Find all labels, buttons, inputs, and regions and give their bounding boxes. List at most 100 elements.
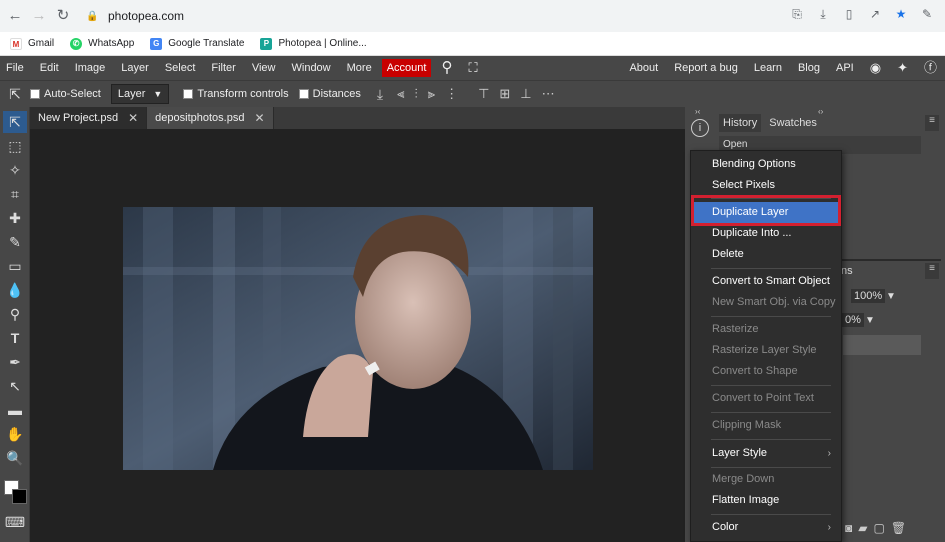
gradient-tool-icon[interactable]: ▭ (3, 255, 27, 277)
send-icon[interactable]: ↗ (867, 6, 883, 22)
menu-item-convert-smart-object[interactable]: Convert to Smart Object (691, 271, 841, 292)
bookmark-whatsapp[interactable]: ✆ WhatsApp (70, 37, 134, 50)
menu-item-color[interactable]: Color › (691, 517, 841, 538)
menu-item-duplicate-into[interactable]: Duplicate Into ... (691, 223, 841, 244)
search-icon[interactable]: ⚲ (433, 56, 460, 80)
fullscreen-icon[interactable]: ⛶ (460, 56, 485, 80)
transform-controls-label: Transform controls (197, 88, 289, 100)
link-about[interactable]: About (621, 56, 666, 80)
tool-dock: ⇱ ⬚ ✧ ⌗ ✚ ✎ ▭ 💧 ⚲ T ✒ ↖ ▬ ✋ 🔍 ⌨ (0, 107, 30, 542)
page-icon[interactable]: ▯ (841, 6, 857, 22)
align-middle-icon[interactable]: ⊞ (499, 86, 510, 102)
menu-file[interactable]: File (0, 56, 32, 80)
background-color[interactable] (12, 489, 27, 504)
marquee-tool-icon[interactable]: ⬚ (3, 135, 27, 157)
canvas-area[interactable] (30, 129, 685, 542)
collapse-icon[interactable]: ›‹ (695, 107, 700, 116)
brush-tool-icon[interactable]: ✎ (3, 231, 27, 253)
install-icon[interactable]: ⤓ (815, 6, 831, 22)
address-bar[interactable]: 🔒 photopea.com (86, 4, 766, 28)
distances-checkbox[interactable] (298, 89, 309, 99)
photo-image[interactable] (123, 207, 593, 470)
menu-item-flatten-image[interactable]: Flatten Image (691, 490, 841, 511)
move-tool-icon[interactable]: ⇱ (3, 111, 27, 133)
layers-panel-tab-label[interactable]: ns (841, 265, 853, 277)
bookmark-google-translate[interactable]: G Google Translate (150, 37, 244, 50)
crop-tool-icon[interactable]: ⌗ (3, 183, 27, 205)
menu-select[interactable]: Select (157, 56, 204, 80)
align-top-icon[interactable]: ⊤ (478, 86, 489, 102)
auto-select-checkbox[interactable] (30, 89, 40, 99)
panel-menu-icon[interactable]: ≡ (925, 115, 939, 131)
layer-dropdown[interactable]: Layer ▼ (110, 84, 170, 104)
menu-account[interactable]: Account (381, 59, 432, 77)
menu-edit[interactable]: Edit (32, 56, 67, 80)
twitter-icon[interactable]: ✦ (889, 56, 916, 80)
menu-image[interactable]: Image (67, 56, 114, 80)
align-right-icon[interactable]: ⫸ (428, 86, 435, 102)
bookmark-gmail[interactable]: M Gmail (10, 37, 54, 50)
path-select-icon[interactable]: ↖ (3, 375, 27, 397)
transform-controls-checkbox[interactable] (183, 89, 194, 99)
align-left-icon[interactable]: ⫷ (397, 86, 404, 102)
chevron-down-icon[interactable]: ▼ (865, 315, 875, 326)
forward-icon[interactable]: → (30, 7, 48, 25)
reload-icon[interactable]: ↻ (54, 7, 72, 25)
menu-window[interactable]: Window (284, 56, 339, 80)
gmail-icon: M (10, 37, 22, 50)
tab-new-project[interactable]: New Project.psd ✕ (30, 107, 148, 129)
zoom-tool-icon[interactable]: 🔍 (3, 447, 27, 469)
chevron-down-icon[interactable]: ▼ (886, 291, 896, 302)
distribute-icon[interactable]: ⋮ (445, 86, 458, 102)
menu-filter[interactable]: Filter (203, 56, 243, 80)
menu-item-select-pixels[interactable]: Select Pixels (691, 175, 841, 196)
share-icon[interactable]: ⎘ (789, 6, 805, 22)
shape-tool-icon[interactable]: ▬ (3, 399, 27, 421)
trash-icon[interactable]: 🗑 (891, 521, 906, 535)
menu-layer[interactable]: Layer (113, 56, 157, 80)
blur-tool-icon[interactable]: 💧 (3, 279, 27, 301)
facebook-icon[interactable]: ⓕ (916, 56, 945, 80)
link-learn[interactable]: Learn (746, 56, 790, 80)
back-icon[interactable]: ← (6, 7, 24, 25)
align-center-icon[interactable]: ⫶ (414, 86, 417, 102)
menu-item-layer-style[interactable]: Layer Style › (691, 443, 841, 464)
pen-tool-icon[interactable]: ✒ (3, 351, 27, 373)
move-tool-icon[interactable]: ⇱ (0, 86, 30, 103)
magic-wand-icon[interactable]: ✧ (3, 159, 27, 181)
mask-icon[interactable]: ◙ (845, 521, 852, 535)
close-icon[interactable]: ✕ (254, 111, 264, 125)
menu-view[interactable]: View (244, 56, 284, 80)
hand-tool-icon[interactable]: ✋ (3, 423, 27, 445)
layer-row[interactable] (843, 335, 921, 355)
tab-swatches[interactable]: Swatches (765, 114, 821, 132)
healing-tool-icon[interactable]: ✚ (3, 207, 27, 229)
link-api[interactable]: API (828, 56, 862, 80)
menu-more[interactable]: More (339, 56, 380, 80)
tab-depositphotos[interactable]: depositphotos.psd ✕ (147, 107, 274, 129)
panel-menu-icon[interactable]: ≡ (925, 263, 939, 279)
opacity-value[interactable]: 100% (851, 289, 886, 303)
dodge-tool-icon[interactable]: ⚲ (3, 303, 27, 325)
folder-icon[interactable]: ▰ (858, 521, 867, 535)
menu-separator (711, 385, 831, 386)
fill-value[interactable]: 0% (842, 313, 864, 327)
link-blog[interactable]: Blog (790, 56, 828, 80)
align-bottom-icon[interactable]: ⊥ (520, 86, 531, 102)
star-icon[interactable]: ★ (893, 6, 909, 22)
color-swatches[interactable] (3, 479, 29, 507)
new-layer-icon[interactable]: ▢ (873, 521, 884, 535)
link-report-bug[interactable]: Report a bug (666, 56, 746, 80)
menu-item-delete[interactable]: Delete (691, 244, 841, 265)
menu-item-blending-options[interactable]: Blending Options (691, 154, 841, 175)
bookmark-photopea[interactable]: P Photopea | Online... (260, 37, 367, 50)
reddit-icon[interactable]: ◉ (862, 56, 889, 80)
download-icon[interactable]: ⤓ (377, 86, 383, 103)
close-icon[interactable]: ✕ (128, 111, 138, 125)
dropper-icon[interactable]: ✎ (919, 6, 935, 22)
info-icon[interactable]: i (691, 119, 709, 137)
text-tool-icon[interactable]: T (3, 327, 27, 349)
distribute-h-icon[interactable]: ⋯ (542, 86, 555, 102)
tab-history[interactable]: History (719, 114, 762, 132)
keyboard-icon[interactable]: ⌨ (3, 511, 27, 533)
